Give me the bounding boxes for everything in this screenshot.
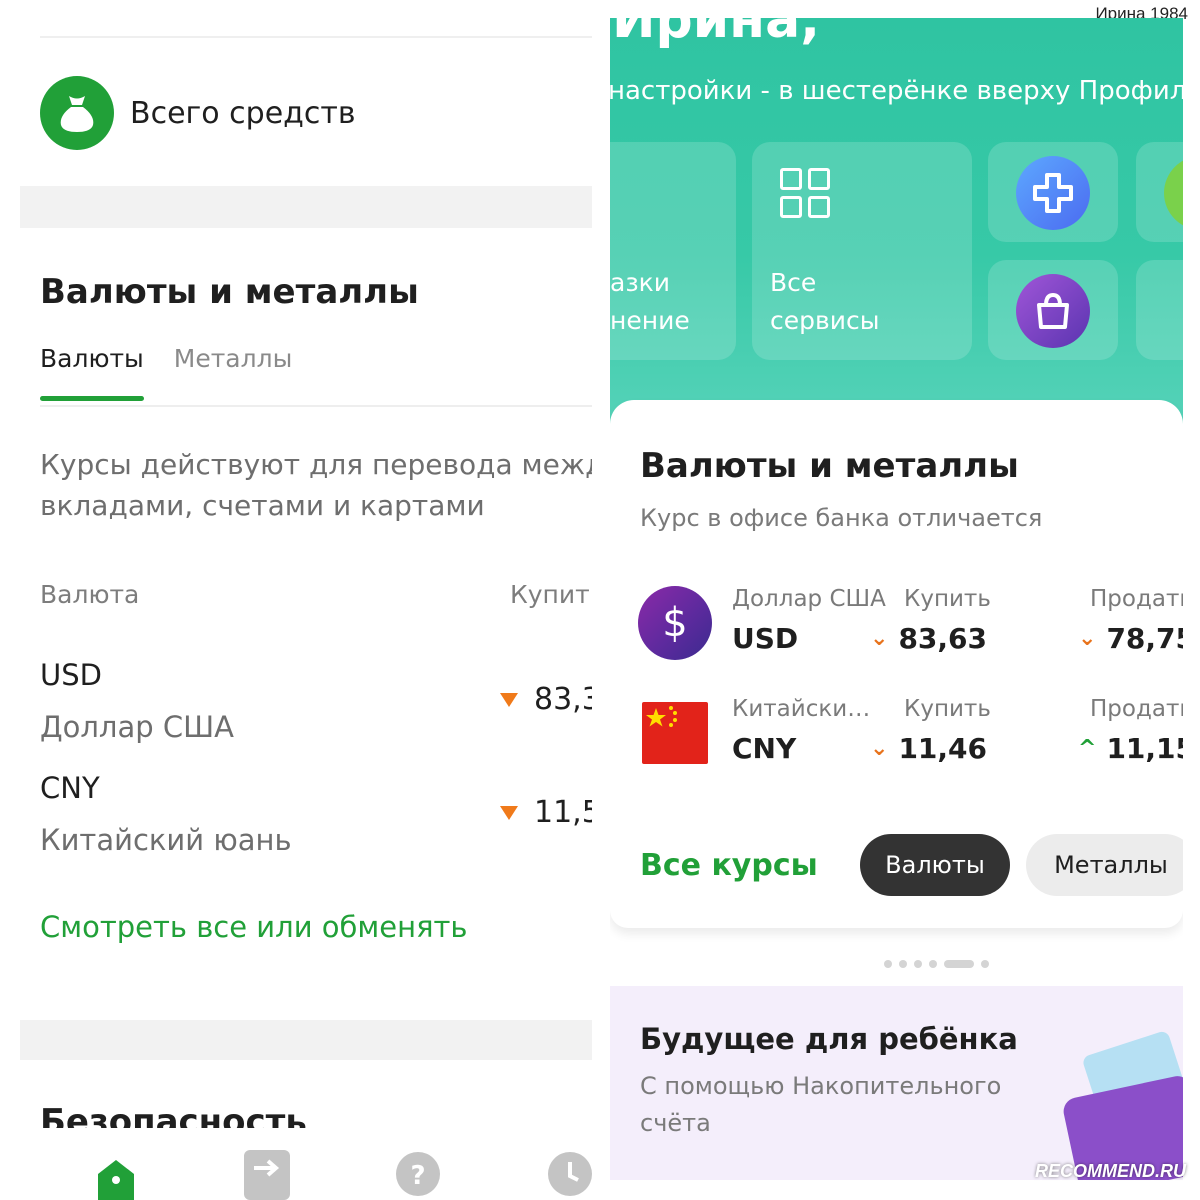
- column-header-currency: Валюта: [40, 580, 140, 609]
- column-header-buy: Купить: [510, 580, 592, 609]
- tab-currencies[interactable]: Валюты: [40, 344, 144, 401]
- currency-name: Китайски…: [732, 696, 871, 722]
- rate-value: 83,32: [534, 682, 592, 717]
- sell-label: Продать: [1090, 696, 1183, 722]
- trend-down-icon: [500, 692, 518, 707]
- promo-title: Будущее для ребёнка: [640, 1022, 1018, 1056]
- buy-label: Купить: [904, 696, 991, 722]
- shopping-service-tile[interactable]: [988, 260, 1118, 360]
- card-subtitle: Курс в офисе банка отличается: [640, 504, 1043, 532]
- currency-rate: 11,55: [500, 795, 592, 830]
- right-screen: Ирина, настройки - в шестерёнке вверху П…: [610, 18, 1183, 1180]
- medical-cross-icon: [1016, 156, 1090, 230]
- money-bag-icon: [40, 76, 114, 150]
- tab-divider: [40, 405, 592, 407]
- tile-label-line: Все: [770, 268, 817, 297]
- tile-label: Все сервисы: [770, 264, 879, 340]
- dollar-icon: $: [638, 586, 712, 660]
- rates-note: Курсы действуют для перевода межд вклада…: [40, 444, 592, 526]
- buy-label: Купить: [904, 586, 991, 612]
- sell-value: 11,15: [1106, 732, 1183, 765]
- shopping-bag-icon: [1016, 274, 1090, 348]
- page-dot-active: [944, 960, 974, 968]
- tab-bar: Валюты Металлы: [40, 344, 293, 401]
- currencies-toggle[interactable]: Валюты: [860, 834, 1010, 896]
- total-funds-row[interactable]: Всего средств: [40, 76, 356, 150]
- page-dot: [914, 960, 922, 968]
- chevron-up-icon: ^: [1078, 736, 1097, 761]
- chevron-down-icon: ⌄: [1078, 626, 1097, 651]
- page-dot: [929, 960, 937, 968]
- site-watermark: RECOMMEND.RU: [1035, 1161, 1186, 1181]
- header-banner: Ирина, настройки - в шестерёнке вверху П…: [610, 18, 1183, 448]
- svg-text:?: ?: [410, 1161, 425, 1191]
- all-services-tile[interactable]: Все сервисы: [752, 142, 972, 360]
- currency-row-cny[interactable]: CNY Китайский юань 11,55: [40, 771, 592, 857]
- buy-value: 11,46: [898, 732, 988, 765]
- transfer-icon[interactable]: [244, 1150, 290, 1200]
- rate-row-cny[interactable]: Китайски… CNY Купить ⌄ 11,46 Продать ^ 1…: [638, 696, 1183, 776]
- currency-card: Валюты и металлы Курс в офисе банка отли…: [610, 400, 1183, 928]
- total-funds-label: Всего средств: [130, 95, 356, 131]
- currency-code: CNY: [732, 732, 797, 765]
- health-service-tile[interactable]: [988, 142, 1118, 242]
- settings-hint: настройки - в шестерёнке вверху Профиля: [610, 76, 1183, 106]
- page-dot: [981, 960, 989, 968]
- promo-banner[interactable]: Будущее для ребёнка С помощью Накопитель…: [610, 986, 1183, 1180]
- rate-value: 11,55: [534, 795, 592, 830]
- service-tile-partial[interactable]: азки нение: [610, 142, 736, 360]
- page-dot: [899, 960, 907, 968]
- home-icon[interactable]: [96, 1150, 136, 1200]
- all-rates-link[interactable]: Все курсы: [640, 848, 818, 883]
- buy-rate: ⌄ 11,46: [870, 732, 987, 765]
- currency-name: Доллар США: [732, 586, 886, 612]
- promo-text: С помощью Накопительного счёта: [640, 1072, 1002, 1137]
- tile-label-line: азки: [610, 268, 670, 297]
- see-all-or-exchange-link[interactable]: Смотреть все или обменять: [40, 910, 468, 944]
- chevron-down-icon: ⌄: [870, 736, 889, 761]
- tile-label-line: нение: [610, 306, 690, 335]
- help-icon[interactable]: ?: [396, 1150, 440, 1200]
- currency-row-usd[interactable]: USD Доллар США 83,32: [40, 658, 592, 744]
- section-gap: [20, 186, 592, 228]
- buy-value: 83,63: [898, 622, 988, 655]
- bottom-nav: ?: [20, 1128, 592, 1200]
- sell-rate: ⌄ 78,75: [1078, 622, 1183, 655]
- card-title: Валюты и металлы: [640, 446, 1019, 486]
- rates-note-line-1: Курсы действуют для перевода межд: [40, 448, 592, 481]
- sell-label: Продать: [1090, 586, 1183, 612]
- service-tile-partial[interactable]: [1136, 260, 1183, 360]
- history-icon[interactable]: [548, 1150, 592, 1200]
- section-gap: [20, 1020, 592, 1060]
- metals-toggle[interactable]: Металлы: [1026, 834, 1183, 896]
- currency-rate: 83,32: [500, 682, 592, 717]
- grid-icon: [780, 168, 830, 218]
- top-divider: [40, 36, 592, 38]
- china-flag-icon: [642, 702, 708, 764]
- trend-down-icon: [500, 805, 518, 820]
- rates-note-line-2: вкладами, счетами и картами: [40, 489, 485, 522]
- service-tile-partial[interactable]: [1136, 142, 1183, 242]
- service-icon: [1164, 156, 1183, 230]
- page-dot: [884, 960, 892, 968]
- carousel-indicator: [884, 960, 989, 968]
- tile-label-line: сервисы: [770, 306, 880, 335]
- left-screen: Всего средств Валюты и металлы Валюты Ме…: [20, 0, 592, 1200]
- tile-label: азки нение: [610, 264, 690, 340]
- rate-row-usd[interactable]: $ Доллар США USD Купить ⌄ 83,63 Продать …: [638, 586, 1183, 666]
- greeting: Ирина,: [612, 18, 820, 50]
- sell-rate: ^ 11,15: [1078, 732, 1183, 765]
- chevron-down-icon: ⌄: [870, 626, 889, 651]
- section-title: Валюты и металлы: [40, 272, 419, 312]
- currency-code: USD: [732, 622, 799, 655]
- sell-value: 78,75: [1106, 622, 1183, 655]
- buy-rate: ⌄ 83,63: [870, 622, 987, 655]
- tab-metals[interactable]: Металлы: [174, 344, 293, 393]
